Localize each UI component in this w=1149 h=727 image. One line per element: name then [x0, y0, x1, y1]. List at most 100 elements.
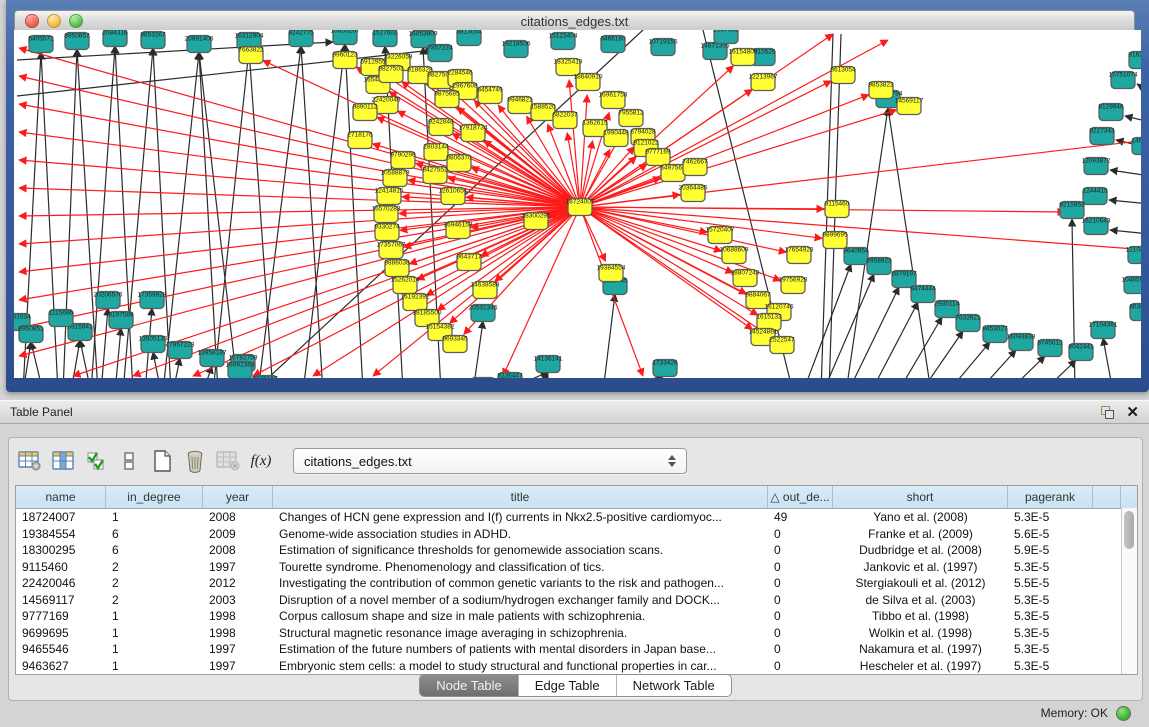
- network-node[interactable]: 9946821: [507, 97, 533, 114]
- column-header-in_degree[interactable]: in_degree: [106, 486, 203, 508]
- network-node[interactable]: 9242775: [288, 30, 314, 47]
- network-node[interactable]: 9236447: [497, 373, 523, 379]
- new-document-icon[interactable]: [147, 447, 177, 475]
- network-node[interactable]: 8958923: [866, 258, 892, 275]
- network-node[interactable]: 1244415: [1082, 188, 1108, 205]
- network-node[interactable]: 18300295: [522, 213, 551, 230]
- close-window-icon[interactable]: [25, 14, 39, 28]
- network-node[interactable]: 9890112: [353, 104, 378, 121]
- network-node[interactable]: 16092383: [226, 362, 255, 379]
- network-node[interactable]: 16570283: [372, 206, 401, 223]
- network-node[interactable]: 16192392: [401, 294, 430, 311]
- network-node[interactable]: 7663822: [238, 47, 264, 64]
- network-node[interactable]: 9653267: [140, 32, 166, 49]
- network-node[interactable]: 13505135: [139, 336, 168, 353]
- network-node[interactable]: 7857224: [427, 45, 453, 62]
- column-visibility-icon[interactable]: [48, 447, 78, 475]
- network-node[interactable]: 1733426: [652, 360, 678, 377]
- network-node[interactable]: 9960123: [332, 52, 358, 69]
- network-node[interactable]: 17654923: [785, 247, 814, 264]
- table-row[interactable]: 1938455462009Genome-wide association stu…: [16, 526, 1137, 543]
- network-node[interactable]: 9038167: [252, 376, 278, 379]
- tab-node-table[interactable]: Node Table: [420, 675, 519, 696]
- column-header-△ out_de...[interactable]: △ out_de...: [768, 486, 833, 508]
- table-row[interactable]: 969969511998Structural magnetic resonanc…: [16, 625, 1137, 642]
- network-node[interactable]: 9115460: [825, 201, 850, 218]
- network-node[interactable]: 9777169: [645, 149, 671, 166]
- memory-status-icon[interactable]: [1116, 706, 1131, 721]
- network-node[interactable]: 5405572: [28, 36, 54, 53]
- network-node[interactable]: 18807243: [731, 270, 760, 287]
- network-node[interactable]: 6466160: [600, 36, 626, 53]
- minimize-window-icon[interactable]: [47, 14, 61, 28]
- network-node[interactable]: 15720407: [706, 227, 735, 244]
- network-node[interactable]: 20206576: [94, 292, 123, 309]
- network-node[interactable]: 19384554: [597, 265, 626, 282]
- network-node[interactable]: 10653267: [331, 30, 360, 45]
- network-node[interactable]: 10688609: [720, 247, 749, 264]
- network-node[interactable]: 20538364: [469, 378, 498, 379]
- network-node[interactable]: 9745012: [1037, 340, 1063, 357]
- function-builder-icon[interactable]: f(x): [246, 447, 276, 475]
- network-node[interactable]: 12093872: [1082, 158, 1111, 175]
- column-header-short[interactable]: short: [833, 486, 1008, 508]
- table-row[interactable]: 1830029562008Estimation of significance …: [16, 542, 1137, 559]
- network-node[interactable]: 7632621: [955, 315, 981, 332]
- network-node[interactable]: 12213967: [749, 74, 778, 91]
- network-node[interactable]: 17357067: [377, 242, 406, 259]
- network-node[interactable]: 14569117: [895, 98, 924, 115]
- network-node[interactable]: 9790298: [390, 152, 416, 169]
- network-node[interactable]: 6822037: [552, 112, 578, 129]
- network-node[interactable]: 15751074: [1109, 72, 1138, 89]
- network-node[interactable]: 9453027: [982, 326, 1008, 343]
- table-row[interactable]: 977716911998Corpus callosum shape and si…: [16, 608, 1137, 625]
- network-node[interactable]: 9643717: [456, 254, 482, 271]
- network-node[interactable]: 9693345: [442, 336, 468, 353]
- table-options-icon[interactable]: [15, 447, 45, 475]
- network-node[interactable]: 1990448: [603, 130, 629, 147]
- network-node[interactable]: 2522547: [769, 337, 795, 354]
- network-node[interactable]: 2803144: [423, 144, 449, 161]
- network-node[interactable]: 2987682: [713, 30, 739, 44]
- delete-trash-icon[interactable]: [180, 447, 210, 475]
- network-node[interactable]: 17359928: [138, 292, 167, 309]
- zoom-window-icon[interactable]: [69, 14, 83, 28]
- network-node[interactable]: 9227343: [1089, 128, 1115, 145]
- network-node[interactable]: 1463952: [1131, 138, 1141, 155]
- network-node[interactable]: 10719155: [649, 39, 678, 56]
- network-node[interactable]: 9197588: [108, 312, 134, 329]
- network-node[interactable]: 9806370: [446, 155, 472, 172]
- network-node[interactable]: 8613054: [830, 67, 856, 84]
- column-header-pagerank[interactable]: pagerank: [1008, 486, 1093, 508]
- network-node[interactable]: 8950851: [18, 326, 44, 343]
- network-node[interactable]: 9129946: [1098, 104, 1124, 121]
- network-node[interactable]: 14136141: [534, 356, 563, 373]
- network-node[interactable]: 9162674: [1128, 52, 1141, 69]
- network-node[interactable]: 9474444: [910, 286, 936, 303]
- network-node[interactable]: 20364485: [679, 185, 708, 202]
- column-header-title[interactable]: title: [273, 486, 768, 508]
- network-node[interactable]: 10588879: [381, 170, 410, 187]
- network-node[interactable]: 1115686: [49, 310, 74, 327]
- network-node[interactable]: 6497568: [660, 165, 686, 182]
- network-node[interactable]: 8454749: [477, 87, 503, 104]
- network-node[interactable]: 10465927: [1122, 277, 1141, 294]
- network-node[interactable]: 16093838: [1007, 334, 1036, 351]
- tab-edge-table[interactable]: Edge Table: [519, 675, 617, 696]
- network-node[interactable]: 15262014: [391, 277, 420, 294]
- column-header-year[interactable]: year: [203, 486, 273, 508]
- network-node[interactable]: 16154808: [729, 49, 758, 66]
- network-node[interactable]: 9853822: [868, 82, 894, 99]
- table-row[interactable]: 1456911722003Disruption of a novel membe…: [16, 592, 1137, 609]
- network-node[interactable]: 15123404: [549, 33, 578, 50]
- network-node[interactable]: 9242848: [428, 119, 454, 136]
- network-node[interactable]: 1527602: [372, 30, 398, 47]
- network-node[interactable]: 8427552: [422, 167, 448, 184]
- table-row[interactable]: 911546021997Tourette syndrome. Phenomeno…: [16, 559, 1137, 576]
- scrollbar-thumb[interactable]: [1124, 511, 1134, 549]
- network-node[interactable]: 8042441: [1068, 344, 1094, 361]
- clear-selection-icon[interactable]: [114, 447, 144, 475]
- network-node[interactable]: 7955812: [618, 110, 644, 127]
- table-row[interactable]: 2242004622012Investigating the contribut…: [16, 575, 1137, 592]
- select-all-check-icon[interactable]: [81, 447, 111, 475]
